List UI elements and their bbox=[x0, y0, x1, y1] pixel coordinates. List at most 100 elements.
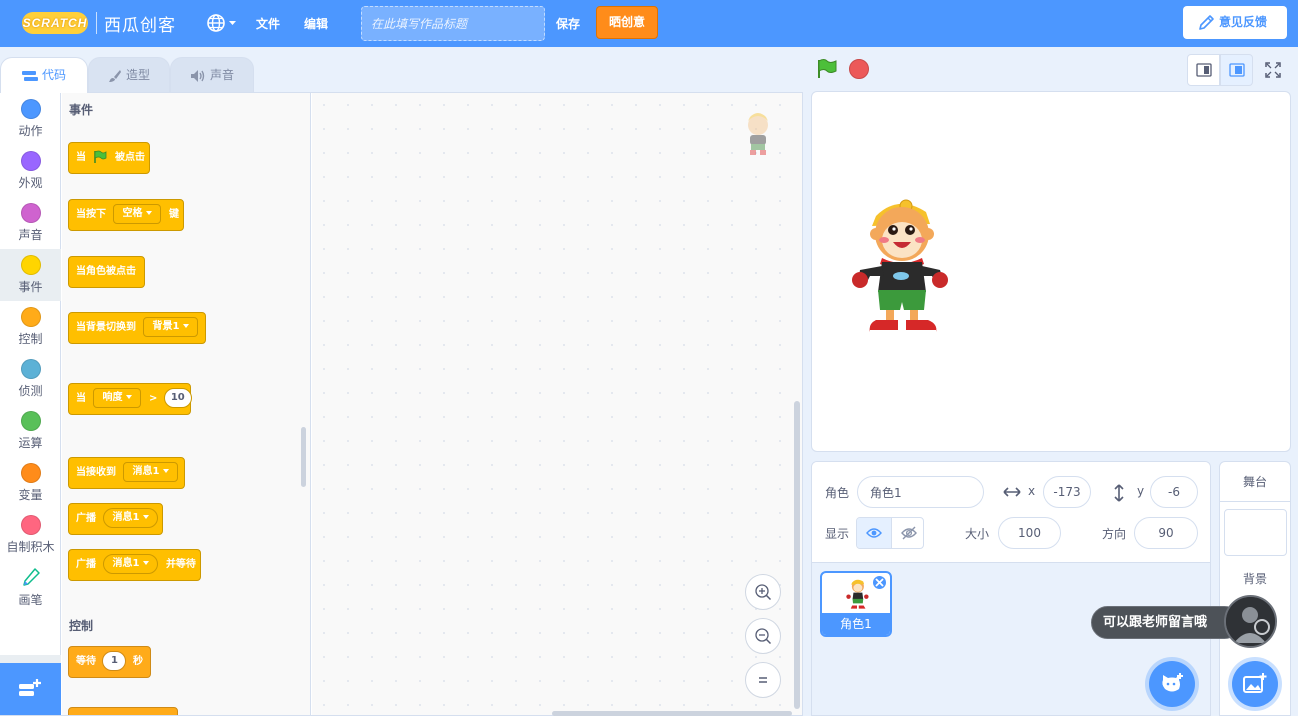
language-menu[interactable] bbox=[206, 12, 236, 34]
sprite-name-input[interactable] bbox=[857, 476, 984, 508]
block-text: 键 bbox=[168, 209, 179, 220]
category-sound[interactable]: 声音 bbox=[0, 197, 61, 249]
small-stage-button[interactable] bbox=[1187, 54, 1220, 86]
wait-number-input[interactable]: 1 bbox=[102, 651, 127, 671]
script-area[interactable] bbox=[312, 93, 802, 716]
category-pen[interactable]: 画笔 bbox=[0, 561, 61, 613]
category-label: 控制 bbox=[18, 332, 43, 346]
direction-label: 方向 bbox=[1102, 527, 1127, 541]
caret-down-icon bbox=[143, 515, 150, 519]
show-button[interactable] bbox=[857, 518, 891, 548]
script-horizontal-scrollbar[interactable] bbox=[552, 711, 792, 716]
block-broadcast-and-wait[interactable]: 广播 消息1 并等待 bbox=[68, 549, 201, 581]
palette-scrollbar[interactable] bbox=[301, 427, 306, 487]
file-menu[interactable]: 文件 bbox=[256, 15, 280, 32]
loudness-number-input[interactable]: 10 bbox=[163, 388, 192, 408]
category-label: 自制积木 bbox=[6, 540, 55, 554]
zoom-out-icon bbox=[755, 628, 772, 645]
block-text: 秒 bbox=[132, 656, 143, 667]
scratch-logo[interactable]: SCRATCH bbox=[22, 12, 88, 34]
block-wait-seconds[interactable]: 等待 1 秒 bbox=[68, 646, 151, 678]
teacher-message-bubble[interactable]: 可以跟老师留言哦 bbox=[1091, 606, 1241, 639]
pencil-icon bbox=[1199, 15, 1214, 30]
block-when-loudness[interactable]: 当 响度 > 10 bbox=[68, 372, 192, 415]
y-input[interactable] bbox=[1150, 476, 1198, 508]
stop-button[interactable] bbox=[849, 59, 869, 79]
events-section-title: 事件 bbox=[69, 103, 94, 117]
block-text: 并等待 bbox=[165, 559, 196, 570]
caret-down-icon bbox=[146, 211, 153, 215]
broadcast-dropdown[interactable]: 消息1 bbox=[103, 508, 159, 528]
delete-sprite-button[interactable] bbox=[872, 575, 887, 590]
block-when-key-pressed[interactable]: 当按下 空格 键 bbox=[68, 188, 184, 231]
message-dropdown[interactable]: 消息1 bbox=[123, 462, 179, 482]
size-label: 大小 bbox=[965, 527, 990, 541]
block-when-receive[interactable]: 当接收到 消息1 bbox=[68, 446, 185, 489]
category-events[interactable]: 事件 bbox=[0, 249, 61, 301]
block-text: 当 bbox=[76, 152, 86, 163]
brand-name: 西瓜创客 bbox=[104, 16, 176, 36]
category-motion[interactable]: 动作 bbox=[0, 93, 61, 145]
extension-divider bbox=[0, 655, 61, 663]
operators-dot bbox=[20, 411, 41, 431]
hide-button[interactable] bbox=[891, 518, 923, 548]
x-input[interactable] bbox=[1043, 476, 1091, 508]
project-title-input[interactable] bbox=[361, 6, 545, 41]
direction-input[interactable] bbox=[1134, 517, 1198, 549]
caret-down-icon bbox=[126, 395, 133, 399]
broadcast-wait-dropdown[interactable]: 消息1 bbox=[103, 554, 159, 574]
fullscreen-button[interactable] bbox=[1258, 54, 1288, 86]
key-dropdown[interactable]: 空格 bbox=[113, 204, 162, 224]
category-label: 运算 bbox=[18, 436, 43, 450]
block-partial[interactable] bbox=[68, 707, 178, 715]
category-label: 动作 bbox=[18, 124, 43, 138]
hat-cap bbox=[68, 301, 140, 321]
block-broadcast[interactable]: 广播 消息1 bbox=[68, 503, 163, 535]
caret-down-icon bbox=[163, 469, 170, 473]
teacher-avatar[interactable] bbox=[1224, 595, 1277, 648]
feedback-button[interactable]: 意见反馈 bbox=[1183, 6, 1287, 39]
zoom-in-button[interactable] bbox=[745, 574, 781, 610]
avatar-photo bbox=[1226, 597, 1275, 646]
small-stage-icon bbox=[1196, 63, 1212, 77]
add-sprite-button[interactable] bbox=[1149, 661, 1195, 707]
save-button[interactable]: 保存 bbox=[556, 15, 580, 32]
edit-menu[interactable]: 编辑 bbox=[304, 15, 328, 32]
size-input[interactable] bbox=[998, 517, 1061, 549]
events-dot bbox=[20, 255, 41, 275]
zoom-out-button[interactable] bbox=[745, 618, 781, 654]
normal-stage-button[interactable] bbox=[1220, 54, 1253, 86]
script-vertical-scrollbar[interactable] bbox=[794, 401, 800, 709]
block-text: 当 bbox=[76, 393, 86, 404]
green-flag-button[interactable] bbox=[816, 58, 838, 80]
stage-thumbnail[interactable] bbox=[1224, 509, 1287, 556]
block-text: 等待 bbox=[76, 656, 96, 667]
block-when-flag-clicked[interactable]: 当 被点击 bbox=[68, 131, 150, 174]
sprite-ghost-icon bbox=[748, 113, 768, 155]
category-operators[interactable]: 运算 bbox=[0, 405, 61, 457]
category-control[interactable]: 控制 bbox=[0, 301, 61, 353]
tab-costumes[interactable]: 造型 bbox=[88, 57, 170, 92]
stage[interactable] bbox=[811, 91, 1291, 452]
sprite-label: 角色 bbox=[825, 486, 850, 500]
block-when-backdrop-switches[interactable]: 当背景切换到 背景1 bbox=[68, 301, 206, 344]
pen-icon bbox=[22, 568, 40, 586]
tab-sounds[interactable]: 声音 bbox=[170, 57, 254, 92]
motion-dot bbox=[20, 99, 41, 119]
loudness-dropdown[interactable]: 响度 bbox=[93, 388, 142, 408]
share-button[interactable]: 晒创意 bbox=[596, 6, 658, 39]
category-looks[interactable]: 外观 bbox=[0, 145, 61, 197]
add-extension-button[interactable] bbox=[0, 663, 61, 715]
green-flag-icon bbox=[818, 59, 837, 78]
tab-code[interactable]: 代码 bbox=[0, 57, 88, 93]
feedback-label: 意见反馈 bbox=[1219, 15, 1268, 29]
monkey-sprite[interactable] bbox=[846, 196, 950, 340]
category-menu: 动作 外观 声音 事件 控制 侦测 运算 变量 自制积木 画笔 bbox=[0, 93, 61, 715]
backdrop-dropdown[interactable]: 背景1 bbox=[143, 317, 199, 337]
category-variables[interactable]: 变量 bbox=[0, 457, 61, 509]
add-backdrop-button[interactable] bbox=[1232, 661, 1278, 707]
block-when-sprite-clicked[interactable]: 当角色被点击 bbox=[68, 245, 145, 288]
zoom-reset-button[interactable] bbox=[745, 662, 781, 698]
category-my-blocks[interactable]: 自制积木 bbox=[0, 509, 61, 561]
category-sensing[interactable]: 侦测 bbox=[0, 353, 61, 405]
